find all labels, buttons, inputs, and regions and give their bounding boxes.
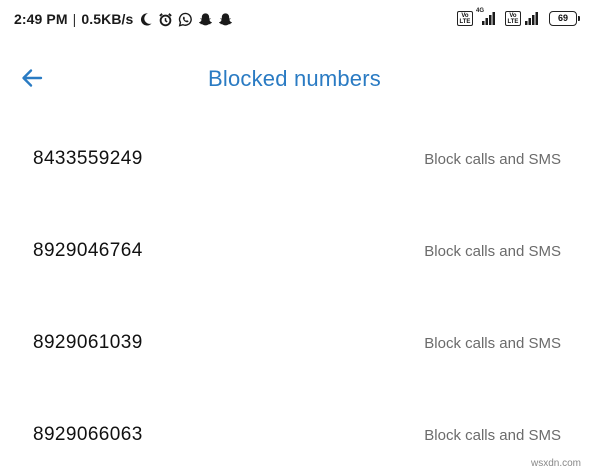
blocked-number: 8929066063 (33, 424, 143, 445)
blocked-number: 8433559249 (33, 148, 143, 169)
alarm-icon (158, 12, 173, 27)
app-header: Blocked numbers (0, 48, 589, 112)
snapchat-icon (218, 12, 233, 27)
block-mode-label: Block calls and SMS (424, 243, 561, 260)
block-mode-label: Block calls and SMS (424, 335, 561, 352)
status-time: 2:49 PM (14, 11, 68, 27)
block-mode-label: Block calls and SMS (424, 151, 561, 168)
watermark: wsxdn.com (530, 458, 581, 469)
signal-4g-icon: 4G (476, 8, 496, 26)
volte-badge-sim2: Vo LTE (505, 11, 521, 26)
status-right: Vo LTE 4G Vo LTE 69 (457, 8, 580, 26)
moon-icon (138, 12, 153, 27)
page-title: Blocked numbers (208, 66, 381, 91)
list-item[interactable]: 8929046764 Block calls and SMS (0, 207, 589, 299)
list-item[interactable]: 8433559249 Block calls and SMS (0, 115, 589, 207)
volte-badge-sim1: Vo LTE (457, 11, 473, 26)
network-type-label: 4G (476, 8, 485, 14)
blocked-number: 8929061039 (33, 332, 143, 353)
whatsapp-icon (178, 12, 193, 27)
list-item[interactable]: 8929066063 Block calls and SMS (0, 391, 589, 475)
blocked-number: 8929046764 (33, 240, 143, 261)
list-item[interactable]: 8929061039 Block calls and SMS (0, 299, 589, 391)
battery-icon: 69 (549, 11, 580, 26)
network-speed: 0.5KB/s (81, 11, 134, 27)
snapchat-icon (198, 12, 213, 27)
status-left: 2:49 PM | 0.5KB/s (14, 11, 233, 27)
signal-icon (524, 11, 540, 26)
status-bar: 2:49 PM | 0.5KB/s Vo LTE 4G Vo LTE 69 (0, 0, 589, 42)
screen: 2:49 PM | 0.5KB/s Vo LTE 4G Vo LTE 69 Bl… (0, 0, 589, 475)
status-separator: | (72, 11, 77, 27)
blocked-numbers-list: 8433559249 Block calls and SMS 892904676… (0, 115, 589, 475)
block-mode-label: Block calls and SMS (424, 427, 561, 444)
